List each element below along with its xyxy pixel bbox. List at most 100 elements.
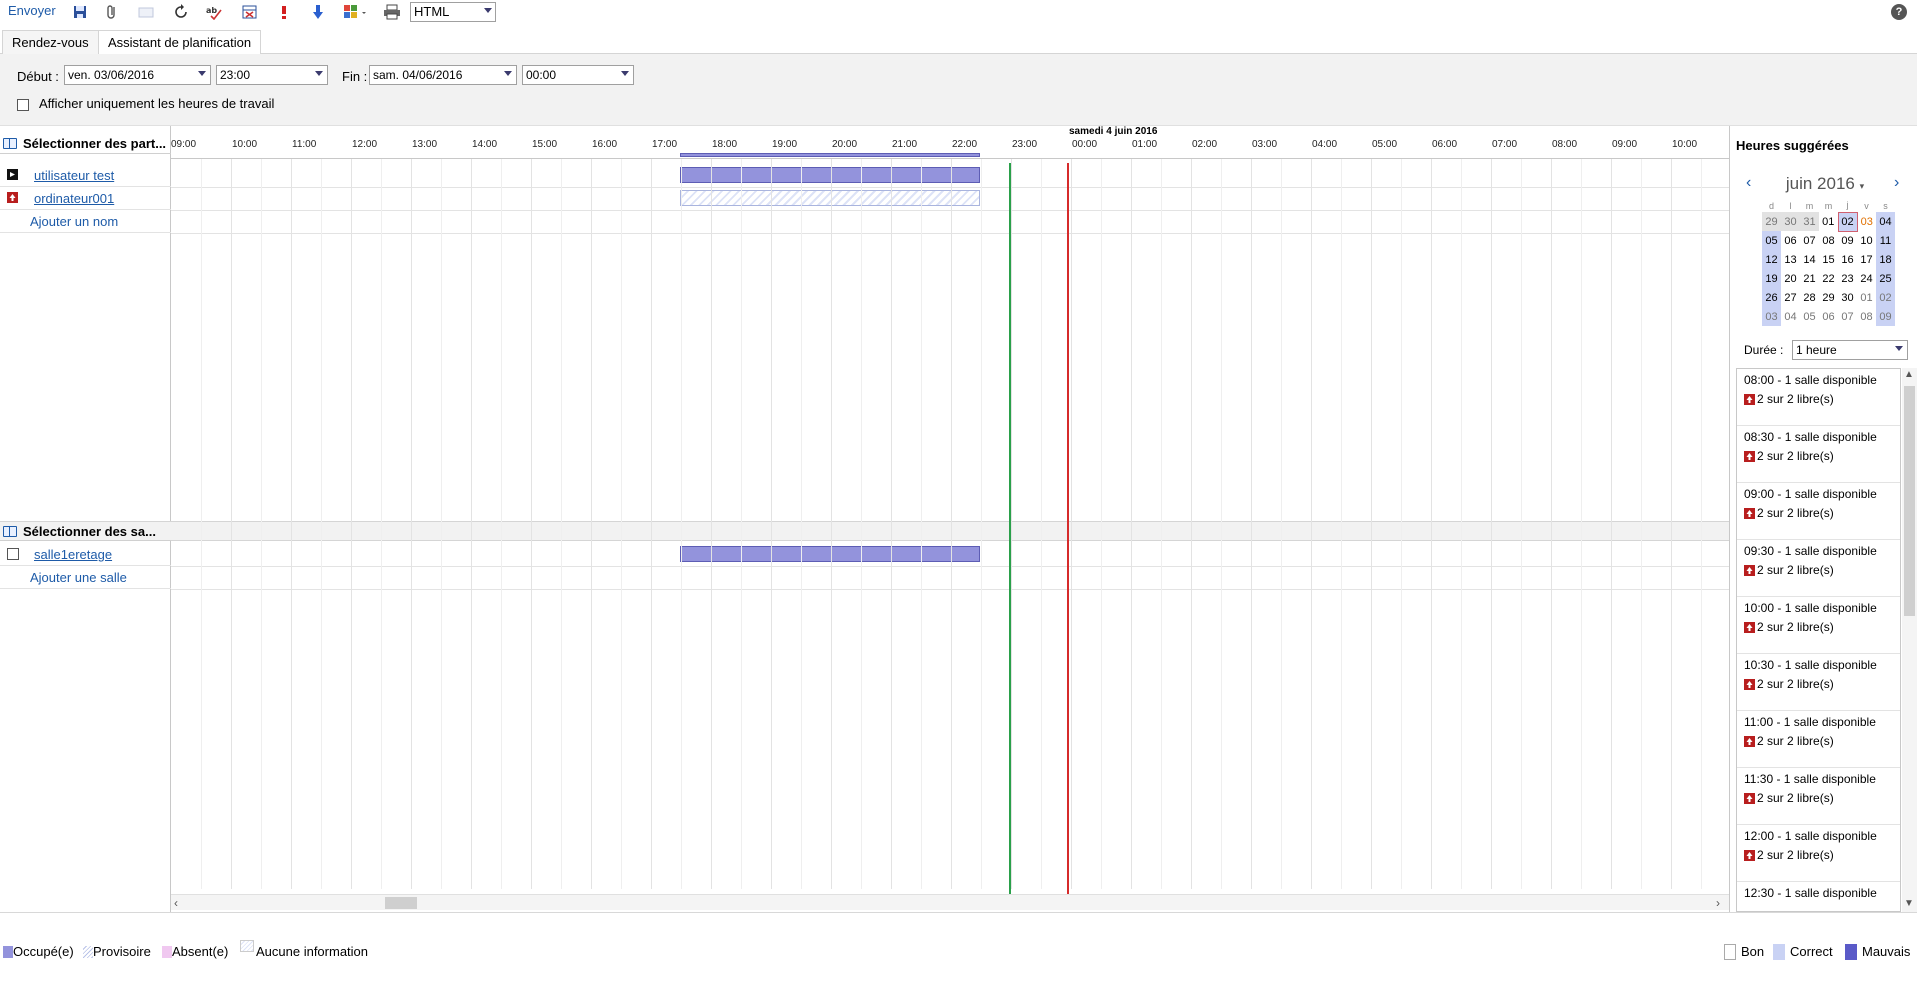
- calendar-day[interactable]: 19: [1762, 269, 1781, 288]
- weekday-label: j: [1846, 200, 1849, 211]
- refresh-icon[interactable]: [173, 4, 189, 20]
- room-checkbox[interactable]: [7, 548, 19, 560]
- select-rooms-button[interactable]: Sélectionner des sa...: [0, 521, 171, 541]
- importance-low-icon[interactable]: [310, 4, 326, 20]
- calendar-day[interactable]: 03: [1762, 307, 1781, 326]
- participant-link[interactable]: utilisateur test: [34, 168, 114, 183]
- duration-select[interactable]: 1 heure: [1792, 340, 1908, 360]
- scroll-up-icon[interactable]: ▲: [1904, 369, 1914, 380]
- tab-scheduling-assistant[interactable]: Assistant de planification: [98, 30, 262, 55]
- calendar-day[interactable]: 27: [1781, 288, 1800, 307]
- calendar-day[interactable]: 02: [1837, 211, 1858, 232]
- send-button[interactable]: Envoyer: [8, 3, 56, 18]
- calendar-day[interactable]: 28: [1800, 288, 1819, 307]
- suggested-time-item[interactable]: 09:00 - 1 salle disponible 2 sur 2 libre(…: [1737, 483, 1900, 540]
- calendar-day[interactable]: 08: [1819, 231, 1838, 250]
- good-swatch: [1724, 944, 1736, 960]
- calendar-day[interactable]: 13: [1781, 250, 1800, 269]
- calendar-day[interactable]: 29: [1819, 288, 1838, 307]
- print-icon[interactable]: [383, 4, 401, 20]
- suggested-time-item[interactable]: 11:30 - 1 salle disponible 2 sur 2 libre(…: [1737, 768, 1900, 825]
- vertical-scrollbar[interactable]: ▲ ▼: [1902, 368, 1917, 912]
- calendar-day[interactable]: 26: [1762, 288, 1781, 307]
- suggested-time-item[interactable]: 09:30 - 1 salle disponible 2 sur 2 libre(…: [1737, 540, 1900, 597]
- scroll-right-icon[interactable]: ›: [1716, 896, 1720, 910]
- calendar-day[interactable]: 31: [1800, 212, 1819, 231]
- calendar-day[interactable]: 30: [1838, 288, 1857, 307]
- horizontal-scrollbar[interactable]: ‹ ›: [171, 894, 1729, 910]
- calendar-day[interactable]: 08: [1857, 307, 1876, 326]
- suggested-time-item[interactable]: 10:00 - 1 salle disponible 2 sur 2 libre(…: [1737, 597, 1900, 654]
- categories-icon[interactable]: [343, 4, 369, 20]
- scroll-down-icon[interactable]: ▼: [1904, 898, 1914, 909]
- suggested-time-item[interactable]: 08:30 - 1 salle disponible 2 sur 2 libre(…: [1737, 426, 1900, 483]
- suggested-time-item[interactable]: 12:30 - 1 salle disponible: [1737, 882, 1900, 911]
- calendar-day[interactable]: 17: [1857, 250, 1876, 269]
- scroll-left-icon[interactable]: ‹: [174, 896, 178, 910]
- end-time-select[interactable]: 00:00: [522, 65, 634, 85]
- calendar-day[interactable]: 04: [1876, 212, 1895, 231]
- scroll-thumb[interactable]: [1904, 386, 1915, 616]
- meeting-start-line[interactable]: [1009, 163, 1011, 895]
- select-participants-button[interactable]: Sélectionner des part...: [0, 134, 171, 154]
- help-button[interactable]: ?: [1891, 4, 1907, 20]
- suggested-time-item[interactable]: 08:00 - 1 salle disponible 2 sur 2 libre(…: [1737, 369, 1900, 426]
- working-hours-checkbox[interactable]: [17, 99, 29, 111]
- calendar-day[interactable]: 02: [1876, 288, 1895, 307]
- add-room-link[interactable]: Ajouter une salle: [30, 570, 127, 585]
- spellcheck-icon[interactable]: ab: [206, 4, 222, 20]
- hour-label: 09:00: [171, 139, 197, 150]
- calendar-day[interactable]: 30: [1781, 212, 1800, 231]
- format-select[interactable]: HTML: [410, 2, 496, 22]
- free-busy-grid[interactable]: samedi 4 juin 2016 09:00 10:00 11:00 12:00 1…: [171, 126, 1729, 912]
- calendar-day[interactable]: 04: [1781, 307, 1800, 326]
- calendar-day[interactable]: 03: [1857, 212, 1876, 231]
- start-date-select[interactable]: ven. 03/06/2016: [64, 65, 211, 85]
- save-icon[interactable]: [72, 4, 88, 20]
- suggested-time-item[interactable]: 12:00 - 1 salle disponible 2 sur 2 libre(…: [1737, 825, 1900, 882]
- calendar-day[interactable]: 12: [1762, 250, 1781, 269]
- calendar-day[interactable]: 09: [1838, 231, 1857, 250]
- calendar-day[interactable]: 07: [1838, 307, 1857, 326]
- calendar-day[interactable]: 14: [1800, 250, 1819, 269]
- calendar-day[interactable]: 06: [1781, 231, 1800, 250]
- calendar-day[interactable]: 29: [1762, 212, 1781, 231]
- calendar-day[interactable]: 23: [1838, 269, 1857, 288]
- calendar-day[interactable]: 20: [1781, 269, 1800, 288]
- note-icon[interactable]: [138, 4, 154, 20]
- room-link[interactable]: salle1eretage: [34, 547, 112, 562]
- calendar-day[interactable]: 07: [1800, 231, 1819, 250]
- calendar-day[interactable]: 15: [1819, 250, 1838, 269]
- calendar-day[interactable]: 01: [1857, 288, 1876, 307]
- start-time-select[interactable]: 23:00: [216, 65, 328, 85]
- weekday-label: v: [1864, 200, 1869, 211]
- calendar-day[interactable]: 21: [1800, 269, 1819, 288]
- calendar-day[interactable]: 05: [1800, 307, 1819, 326]
- add-name-link[interactable]: Ajouter un nom: [30, 214, 118, 229]
- suggested-time-item[interactable]: 10:30 - 1 salle disponible 2 sur 2 libre(…: [1737, 654, 1900, 711]
- hour-label: 14:00: [472, 139, 498, 150]
- previous-month-button[interactable]: ‹: [1746, 174, 1751, 192]
- calendar-day[interactable]: 18: [1876, 250, 1895, 269]
- attach-icon[interactable]: [104, 4, 120, 20]
- calendar-day[interactable]: 25: [1876, 269, 1895, 288]
- end-date-select[interactable]: sam. 04/06/2016: [369, 65, 517, 85]
- next-month-button[interactable]: ›: [1894, 174, 1899, 192]
- calendar-day[interactable]: 01: [1819, 212, 1838, 231]
- calendar-day[interactable]: 05: [1762, 231, 1781, 250]
- calendar-day[interactable]: 22: [1819, 269, 1838, 288]
- calendar-day[interactable]: 16: [1838, 250, 1857, 269]
- scroll-thumb[interactable]: [385, 897, 417, 909]
- calendar-day[interactable]: 09: [1876, 307, 1895, 326]
- tab-appointment[interactable]: Rendez-vous: [2, 30, 99, 54]
- calendar-day[interactable]: 06: [1819, 307, 1838, 326]
- calendar-day[interactable]: 10: [1857, 231, 1876, 250]
- cancel-icon[interactable]: [242, 4, 258, 20]
- importance-high-icon[interactable]: [276, 4, 292, 20]
- meeting-end-line[interactable]: [1067, 163, 1069, 895]
- suggested-time-item[interactable]: 11:00 - 1 salle disponible 2 sur 2 libre(…: [1737, 711, 1900, 768]
- participant-link[interactable]: ordinateur001: [34, 191, 114, 206]
- calendar-day[interactable]: 24: [1857, 269, 1876, 288]
- calendar-day[interactable]: 11: [1876, 231, 1895, 250]
- month-label[interactable]: juin 2016 ▾: [1780, 174, 1870, 194]
